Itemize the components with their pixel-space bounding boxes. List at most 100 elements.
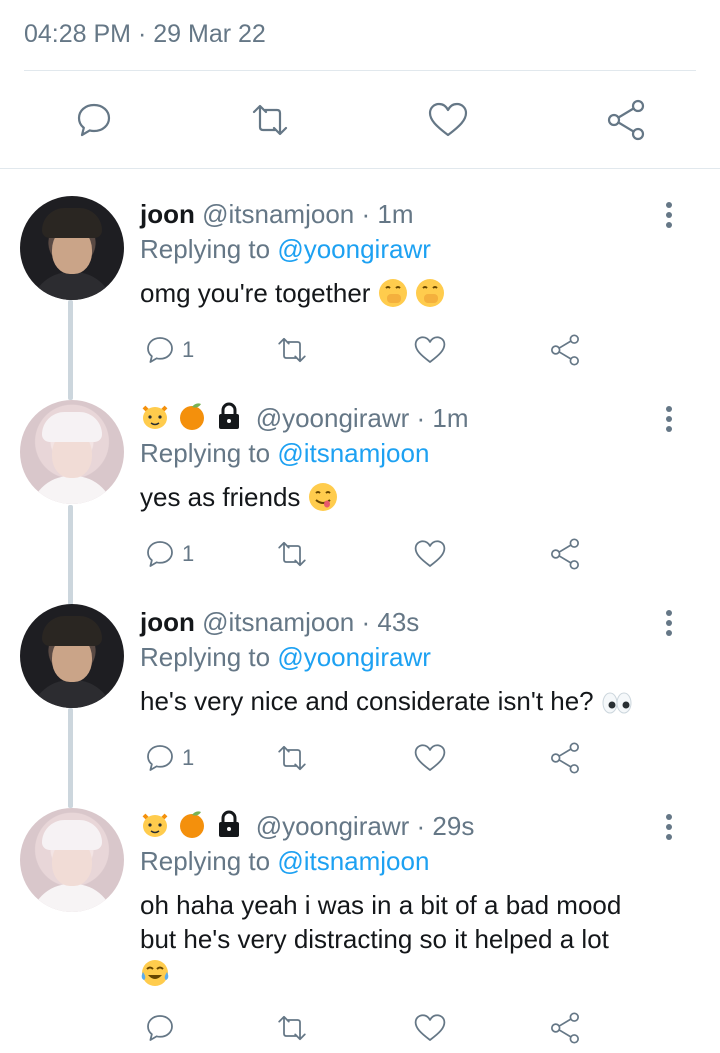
share-icon [551, 538, 579, 570]
tweet-header: joon @itsnamjoon · 43s [140, 604, 419, 640]
avatar[interactable] [20, 604, 124, 708]
replying-label: Replying to [140, 846, 271, 876]
retweet-icon [278, 337, 306, 363]
replying-to: Replying to @itsnamjoon [140, 844, 429, 878]
replying-to: Replying to @yoongirawr [140, 232, 431, 266]
mention-link[interactable]: @yoongirawr [277, 642, 431, 672]
like-icon [414, 540, 446, 567]
tangerine-emoji [180, 811, 205, 838]
reply-count: 1 [182, 745, 195, 770]
cat-emoji [142, 405, 168, 429]
display-name-emojis[interactable] [140, 809, 244, 848]
reply-button[interactable]: 1 [144, 534, 194, 574]
avatar[interactable] [20, 196, 124, 300]
reply-button[interactable] [70, 90, 118, 150]
like-button[interactable] [424, 90, 472, 150]
reply-tweet[interactable]: joon @itsnamjoon · 1m Replying to @yoong… [0, 196, 720, 396]
lock-emoji [219, 810, 240, 837]
display-name-emojis[interactable] [140, 401, 244, 440]
separator-dot: · [137, 20, 147, 48]
retweet-button[interactable] [246, 90, 294, 150]
user-handle[interactable]: @yoongirawr [256, 811, 410, 841]
reply-icon [147, 745, 173, 771]
retweet-button[interactable] [274, 1008, 310, 1048]
retweet-button[interactable] [274, 534, 310, 574]
separator-dot: · [361, 199, 371, 229]
replying-to: Replying to @itsnamjoon [140, 436, 429, 470]
mention-link[interactable]: @itsnamjoon [277, 846, 429, 876]
retweet-icon [278, 541, 306, 567]
tangerine-emoji [180, 403, 205, 430]
reply-button[interactable] [144, 1008, 182, 1048]
tweet-text: omg you're together [140, 276, 680, 310]
user-handle[interactable]: @itsnamjoon [202, 199, 354, 229]
avatar[interactable] [20, 400, 124, 504]
mention-link[interactable]: @yoongirawr [277, 234, 431, 264]
retweet-button[interactable] [274, 738, 310, 778]
like-button[interactable] [412, 738, 448, 778]
share-icon [607, 99, 645, 141]
display-name[interactable]: joon [140, 607, 195, 637]
retweet-icon [278, 1015, 306, 1041]
reply-icon [147, 337, 173, 363]
tweet-time: 29s [432, 811, 475, 841]
reply-tweet[interactable]: @yoongirawr · 29s Replying to @itsnamjoo… [0, 808, 720, 1053]
tweet-time: 43s [377, 607, 420, 637]
share-button[interactable] [548, 1008, 582, 1048]
tweet-time: 04:28 PM [24, 20, 132, 48]
tears-of-joy-emoji [141, 960, 169, 986]
separator-dot: · [361, 607, 371, 637]
share-button[interactable] [548, 738, 582, 778]
tweet-header: @yoongirawr · 29s [140, 808, 474, 844]
reply-icon [147, 1015, 173, 1041]
tweet-date: 29 Mar 22 [153, 20, 266, 48]
replying-to: Replying to @yoongirawr [140, 640, 431, 674]
like-button[interactable] [412, 1008, 448, 1048]
share-button[interactable] [548, 330, 582, 370]
tweet-time: 1m [432, 403, 469, 433]
tweet-text-content: yes as friends [140, 482, 301, 512]
replying-label: Replying to [140, 234, 271, 264]
reply-icon [77, 103, 111, 137]
tweet-actions: 1 [140, 738, 600, 778]
retweet-icon [278, 745, 306, 771]
like-button[interactable] [412, 534, 448, 574]
user-handle[interactable]: @yoongirawr [256, 403, 410, 433]
tweet-text-content: omg you're together [140, 278, 371, 308]
mention-link[interactable]: @itsnamjoon [277, 438, 429, 468]
share-button[interactable] [548, 534, 582, 574]
tweet-header: @yoongirawr · 1m [140, 400, 469, 436]
like-button[interactable] [412, 330, 448, 370]
hand-over-mouth-emoji [415, 279, 444, 307]
tweet-text-line: but he's very distracting so it helped a… [140, 924, 609, 954]
more-options-icon[interactable] [664, 406, 674, 436]
tweet-actions [140, 1008, 600, 1048]
reply-button[interactable]: 1 [144, 330, 194, 370]
more-options-icon[interactable] [664, 814, 674, 844]
retweet-icon [252, 104, 288, 136]
more-options-icon[interactable] [664, 610, 674, 640]
more-options-icon[interactable] [664, 202, 674, 232]
avatar[interactable] [20, 808, 124, 912]
reply-tweet[interactable]: joon @itsnamjoon · 43s Replying to @yoon… [0, 604, 720, 804]
header-divider [24, 70, 696, 71]
separator-dot: · [416, 403, 426, 433]
like-icon [414, 744, 446, 771]
user-handle[interactable]: @itsnamjoon [202, 607, 354, 637]
share-icon [551, 1012, 579, 1044]
tweet-time: 1m [377, 199, 414, 229]
reply-icon [147, 541, 173, 567]
main-tweet-actions [0, 90, 720, 150]
tweet-text: yes as friends [140, 480, 680, 514]
share-button[interactable] [602, 90, 650, 150]
display-name[interactable]: joon [140, 199, 195, 229]
tweet-timestamp: 04:28 PM · 29 Mar 22 [24, 14, 266, 54]
tweet-actions: 1 [140, 330, 600, 370]
hand-over-mouth-emoji [378, 279, 407, 307]
reply-button[interactable]: 1 [144, 738, 194, 778]
retweet-button[interactable] [274, 330, 310, 370]
tweet-text: he's very nice and considerate isn't he? [140, 684, 680, 718]
reply-tweet[interactable]: @yoongirawr · 1m Replying to @itsnamjoon… [0, 400, 720, 600]
like-icon [414, 1014, 446, 1041]
share-icon [551, 334, 579, 366]
